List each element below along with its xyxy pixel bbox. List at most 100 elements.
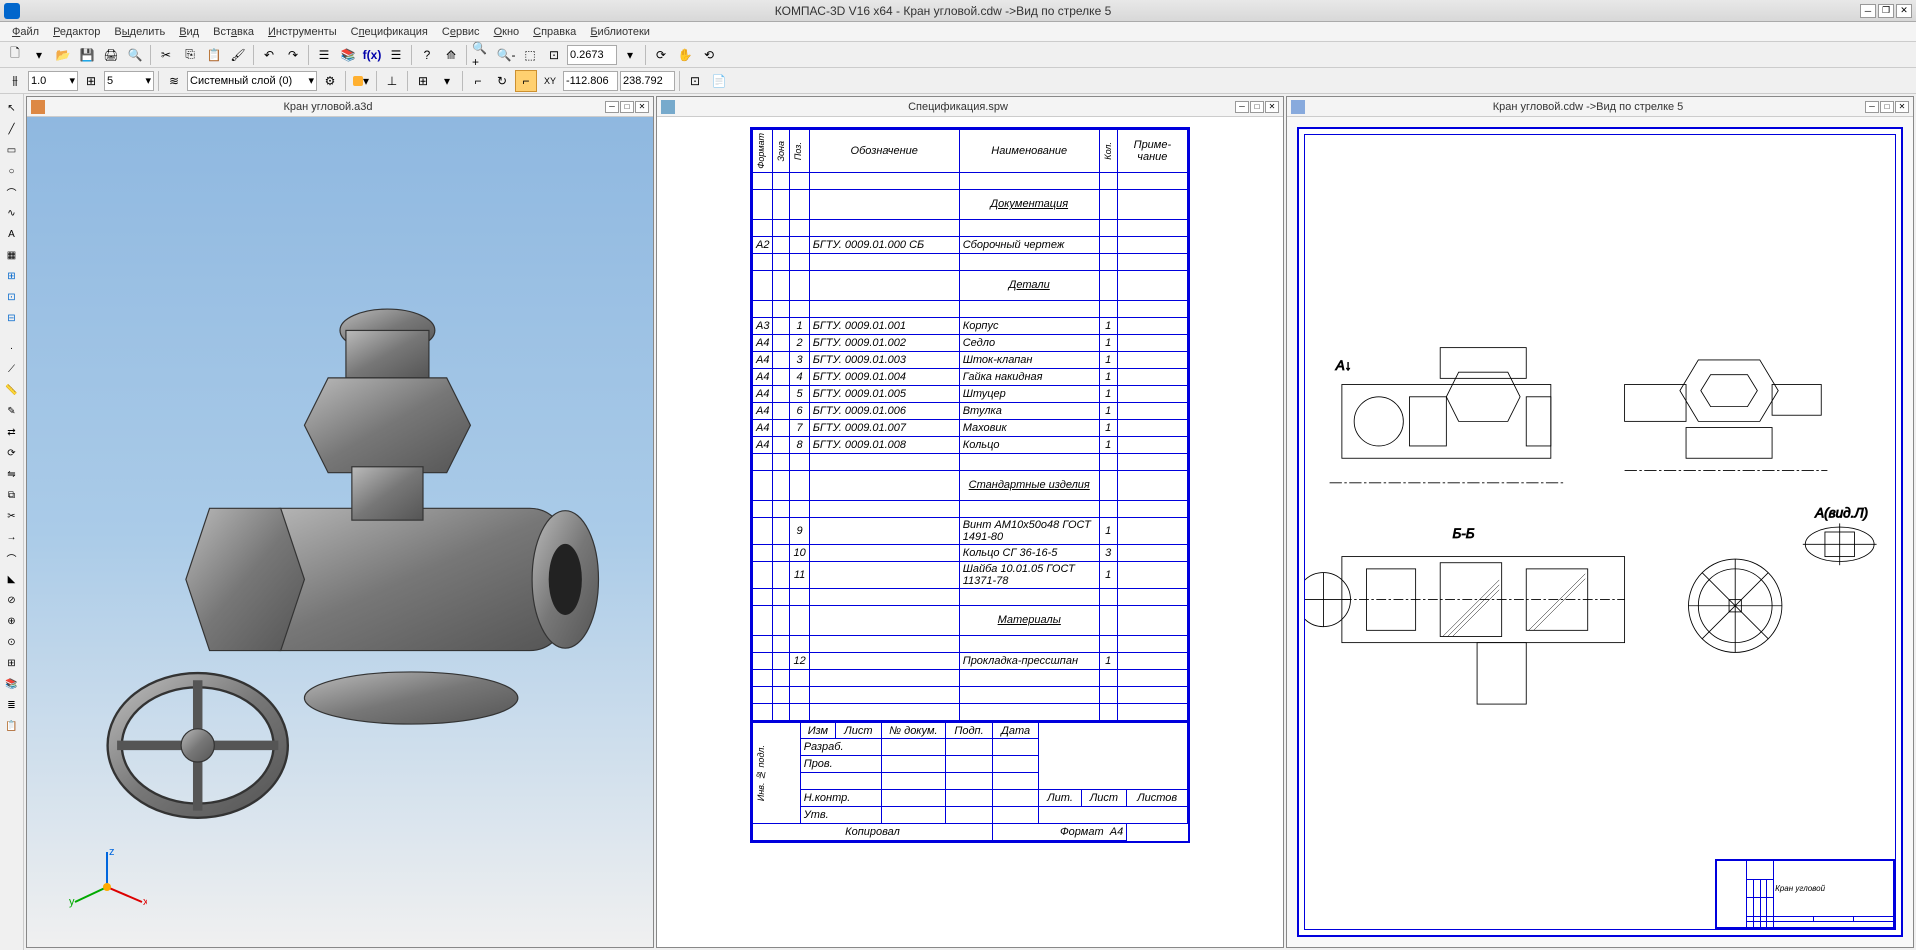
dimension-tool-icon[interactable]: ⊡ bbox=[2, 287, 22, 307]
measure-tool-icon[interactable]: 📏 bbox=[2, 380, 22, 400]
pane-close-button[interactable]: ✕ bbox=[635, 101, 649, 113]
macro-tool-icon[interactable]: ⊙ bbox=[2, 632, 22, 652]
3d-viewport[interactable]: x y z bbox=[27, 117, 653, 947]
new-doc-button[interactable]: 🗋 bbox=[4, 44, 26, 66]
spec-row[interactable]: А48БГТУ. 0009.01.008Кольцо1 bbox=[753, 436, 1188, 453]
variables-button[interactable]: f(x) bbox=[361, 44, 383, 66]
open-button[interactable]: 📂 bbox=[52, 44, 74, 66]
print-button[interactable]: 🖨 bbox=[100, 44, 122, 66]
arrow-tool-icon[interactable]: ↖ bbox=[2, 98, 22, 118]
spec-row[interactable]: А47БГТУ. 0009.01.007Маховик1 bbox=[753, 419, 1188, 436]
menu-editor[interactable]: Редактор bbox=[47, 24, 106, 40]
zoom-in-button[interactable]: 🔍+ bbox=[471, 44, 493, 66]
spec-row[interactable]: 12Прокладка-прессшпан1 bbox=[753, 652, 1188, 669]
menu-libraries[interactable]: Библиотеки bbox=[584, 24, 656, 40]
spline-tool-icon[interactable]: ∿ bbox=[2, 203, 22, 223]
zoom-dropdown[interactable]: ▾ bbox=[619, 44, 641, 66]
table-tool-icon[interactable]: ⊞ bbox=[2, 266, 22, 286]
paste-button[interactable]: 📋 bbox=[203, 44, 225, 66]
param-tool-icon[interactable]: ⊕ bbox=[2, 611, 22, 631]
pan-button[interactable]: ✋ bbox=[674, 44, 696, 66]
break-tool-icon[interactable]: ⊘ bbox=[2, 590, 22, 610]
menu-file[interactable]: Файл bbox=[6, 24, 45, 40]
pane-minimize-button[interactable]: ─ bbox=[605, 101, 619, 113]
spec-row[interactable]: А31БГТУ. 0009.01.001Корпус1 bbox=[753, 317, 1188, 334]
leader-tool-icon[interactable]: ⊟ bbox=[2, 308, 22, 328]
pane-minimize-button[interactable]: ─ bbox=[1865, 101, 1879, 113]
minimize-button[interactable]: ─ bbox=[1860, 4, 1876, 18]
scale-icon[interactable]: ⫵ bbox=[4, 70, 26, 92]
spec-row[interactable]: А2БГТУ. 0009.01.000 СБСборочный чертеж bbox=[753, 236, 1188, 253]
format-painter-button[interactable]: 🖌 bbox=[227, 44, 249, 66]
zoom-out-button[interactable]: 🔍- bbox=[495, 44, 517, 66]
refresh-button[interactable]: ⟳ bbox=[650, 44, 672, 66]
spec-row[interactable]: 10Кольцо СГ 36-16-53 bbox=[753, 544, 1188, 561]
arc-tool-icon[interactable]: ⌒ bbox=[2, 182, 22, 202]
local-cs-button[interactable]: ⌐ bbox=[515, 70, 537, 92]
ortho-button[interactable]: ⌐ bbox=[467, 70, 489, 92]
properties-button[interactable]: ☰ bbox=[313, 44, 335, 66]
report-tool-icon[interactable]: 📋 bbox=[2, 716, 22, 736]
zoom-input[interactable] bbox=[567, 45, 617, 65]
undo-button[interactable]: ↶ bbox=[258, 44, 280, 66]
redo-button[interactable]: ↷ bbox=[282, 44, 304, 66]
spec-viewport[interactable]: Формат Зона Поз. Обозначение Наименовани… bbox=[657, 117, 1283, 947]
spec-row[interactable]: А42БГТУ. 0009.01.002Седло1 bbox=[753, 334, 1188, 351]
save-button[interactable]: 💾 bbox=[76, 44, 98, 66]
step-icon[interactable]: ⊞ bbox=[80, 70, 102, 92]
menu-view[interactable]: Вид bbox=[173, 24, 205, 40]
pane-close-button[interactable]: ✕ bbox=[1265, 101, 1279, 113]
cut-button[interactable]: ✂ bbox=[155, 44, 177, 66]
pane-maximize-button[interactable]: □ bbox=[1880, 101, 1894, 113]
grid-button[interactable]: ⊞ bbox=[412, 70, 434, 92]
spec-row[interactable]: А44БГТУ. 0009.01.004Гайка накидная1 bbox=[753, 368, 1188, 385]
point-tool-icon[interactable]: · bbox=[2, 338, 22, 358]
step-combo[interactable]: 5▾ bbox=[104, 71, 154, 91]
trim-tool-icon[interactable]: ✂ bbox=[2, 506, 22, 526]
spec-tool-icon[interactable]: ≣ bbox=[2, 695, 22, 715]
menu-select[interactable]: Выделить bbox=[108, 24, 171, 40]
chamfer-tool-icon[interactable]: ◣ bbox=[2, 569, 22, 589]
pane-minimize-button[interactable]: ─ bbox=[1235, 101, 1249, 113]
copy-button[interactable]: ⎘ bbox=[179, 44, 201, 66]
copy-tool-icon[interactable]: ⧉ bbox=[2, 485, 22, 505]
maximize-button[interactable]: ❐ bbox=[1878, 4, 1894, 18]
mirror-tool-icon[interactable]: ⇋ bbox=[2, 464, 22, 484]
rect-tool-icon[interactable]: ▭ bbox=[2, 140, 22, 160]
coord-x-input[interactable] bbox=[563, 71, 618, 91]
menu-spec[interactable]: Спецификация bbox=[345, 24, 434, 40]
tree-button[interactable]: ☰ bbox=[385, 44, 407, 66]
line-tool-icon[interactable]: ╱ bbox=[2, 119, 22, 139]
menu-insert[interactable]: Вставка bbox=[207, 24, 260, 40]
round-button[interactable]: ↻ bbox=[491, 70, 513, 92]
library-button[interactable]: 📚 bbox=[337, 44, 359, 66]
layer-combo[interactable]: Системный слой (0)▾ bbox=[187, 71, 317, 91]
edit-tool-icon[interactable]: ✎ bbox=[2, 401, 22, 421]
close-button[interactable]: ✕ bbox=[1896, 4, 1912, 18]
layer-manager-button[interactable]: ⚙ bbox=[319, 70, 341, 92]
scale-combo[interactable]: 1.0▾ bbox=[28, 71, 78, 91]
spec-row[interactable]: А43БГТУ. 0009.01.003Шток-клапан1 bbox=[753, 351, 1188, 368]
zoom-fit-button[interactable]: ⊡ bbox=[543, 44, 565, 66]
layers-icon[interactable]: ≋ bbox=[163, 70, 185, 92]
extend-tool-icon[interactable]: → bbox=[2, 527, 22, 547]
hatch-tool-icon[interactable]: ▦ bbox=[2, 245, 22, 265]
rotate-button[interactable]: ⟲ bbox=[698, 44, 720, 66]
param-button[interactable]: ⊡ bbox=[684, 70, 706, 92]
library-tool-icon[interactable]: 📚 bbox=[2, 674, 22, 694]
help-button[interactable]: ? bbox=[416, 44, 438, 66]
coord-y-input[interactable] bbox=[620, 71, 675, 91]
context-help-button[interactable]: ⟰ bbox=[440, 44, 462, 66]
spec-row[interactable]: 9Винт АМ10х50о48 ГОСТ 1491-801 bbox=[753, 517, 1188, 544]
menu-help[interactable]: Справка bbox=[527, 24, 582, 40]
rotate-tool-icon[interactable]: ⟳ bbox=[2, 443, 22, 463]
spec-row[interactable]: 11Шайба 10.01.05 ГОСТ 11371-781 bbox=[753, 561, 1188, 588]
style-button[interactable]: ▾ bbox=[350, 70, 372, 92]
aux-line-tool-icon[interactable]: ⟋ bbox=[2, 359, 22, 379]
menu-window[interactable]: Окно bbox=[488, 24, 526, 40]
circle-tool-icon[interactable]: ○ bbox=[2, 161, 22, 181]
pane-close-button[interactable]: ✕ bbox=[1895, 101, 1909, 113]
grid-dropdown[interactable]: ▾ bbox=[436, 70, 458, 92]
drawing-viewport[interactable]: A↓ bbox=[1287, 117, 1913, 947]
menu-service[interactable]: Сервис bbox=[436, 24, 486, 40]
